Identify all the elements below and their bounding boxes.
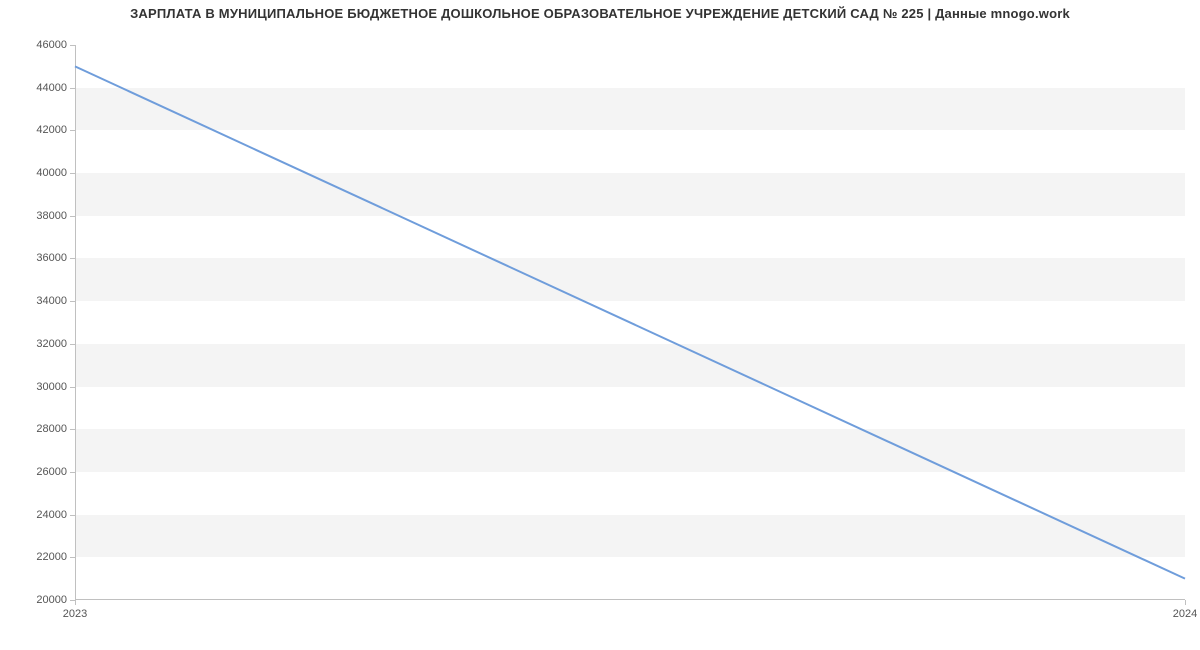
series-line <box>75 66 1185 578</box>
y-tick-label: 20000 <box>36 594 67 606</box>
y-tick-mark <box>70 557 75 558</box>
y-tick-label: 40000 <box>36 167 67 179</box>
y-tick-mark <box>70 130 75 131</box>
x-tick-label: 2023 <box>63 608 87 620</box>
y-tick-label: 34000 <box>36 295 67 307</box>
y-tick-mark <box>70 515 75 516</box>
y-tick-label: 32000 <box>36 338 67 350</box>
y-tick-mark <box>70 387 75 388</box>
y-tick-mark <box>70 216 75 217</box>
y-tick-label: 38000 <box>36 210 67 222</box>
x-tick-mark <box>1185 600 1186 605</box>
y-tick-mark <box>70 301 75 302</box>
y-tick-mark <box>70 472 75 473</box>
y-tick-label: 28000 <box>36 423 67 435</box>
y-tick-label: 44000 <box>36 82 67 94</box>
y-tick-mark <box>70 429 75 430</box>
chart-container: ЗАРПЛАТА В МУНИЦИПАЛЬНОЕ БЮДЖЕТНОЕ ДОШКО… <box>0 0 1200 650</box>
plot-area: 2000022000240002600028000300003200034000… <box>75 45 1185 600</box>
y-tick-mark <box>70 45 75 46</box>
y-tick-label: 42000 <box>36 124 67 136</box>
y-tick-label: 22000 <box>36 551 67 563</box>
y-tick-mark <box>70 88 75 89</box>
x-tick-mark <box>75 600 76 605</box>
y-tick-label: 36000 <box>36 252 67 264</box>
y-tick-label: 26000 <box>36 466 67 478</box>
chart-title: ЗАРПЛАТА В МУНИЦИПАЛЬНОЕ БЮДЖЕТНОЕ ДОШКО… <box>0 6 1200 21</box>
y-tick-mark <box>70 258 75 259</box>
line-layer <box>75 45 1185 600</box>
y-tick-label: 46000 <box>36 39 67 51</box>
y-tick-mark <box>70 344 75 345</box>
y-tick-label: 30000 <box>36 381 67 393</box>
x-tick-label: 2024 <box>1173 608 1197 620</box>
y-tick-label: 24000 <box>36 509 67 521</box>
y-tick-mark <box>70 173 75 174</box>
